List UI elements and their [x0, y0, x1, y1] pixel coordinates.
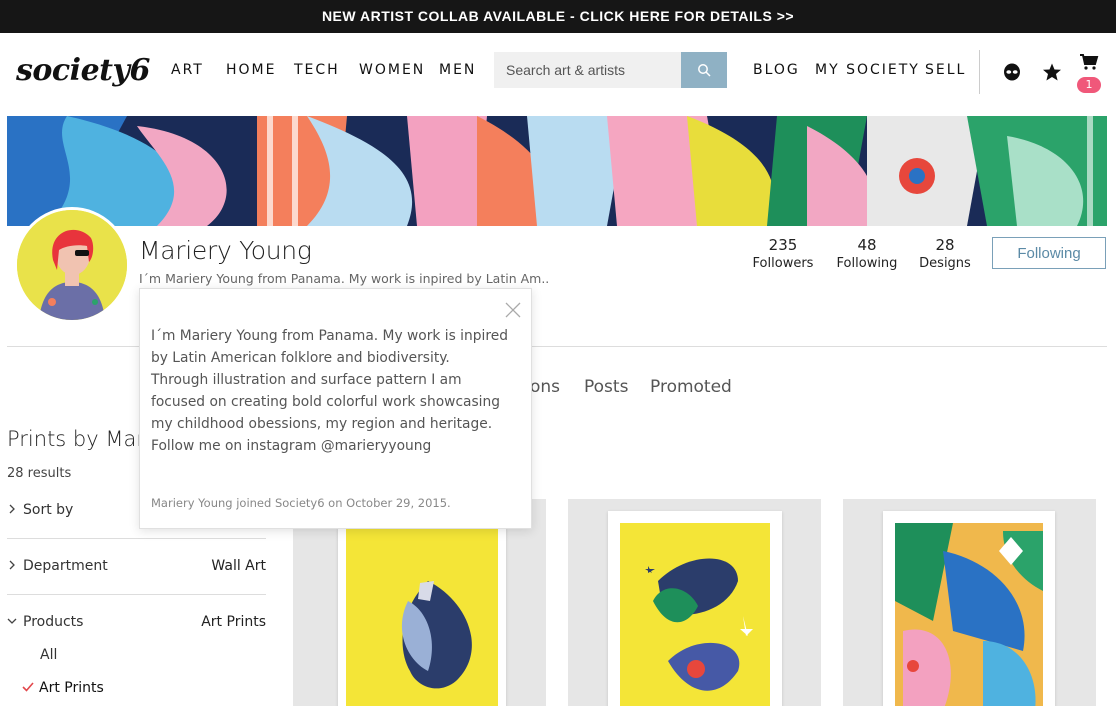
- nav-men[interactable]: MEN: [439, 62, 476, 78]
- filter-divider: [7, 538, 266, 539]
- search-bar: [494, 52, 727, 88]
- tab-posts[interactable]: Posts: [584, 377, 628, 397]
- department-label: Department: [23, 558, 108, 574]
- search-icon: [698, 64, 711, 77]
- nav-home[interactable]: HOME: [226, 62, 276, 78]
- bio-popover: I´m Mariery Young from Panama. My work i…: [139, 288, 532, 529]
- followers-count: 235: [768, 236, 798, 254]
- close-button[interactable]: [504, 301, 522, 319]
- products-value: Art Prints: [201, 614, 266, 630]
- chevron-down-icon: [7, 618, 17, 624]
- tropical-leaves-print: [895, 523, 1043, 706]
- print-frame: [338, 521, 506, 706]
- cart-count-badge: 1: [1077, 77, 1101, 93]
- following-label: Following: [836, 256, 898, 271]
- chevron-right-icon: [9, 560, 15, 570]
- following-button[interactable]: Following: [992, 237, 1106, 269]
- followers-label: Followers: [752, 256, 814, 271]
- checkmark-icon: [22, 682, 34, 692]
- products-filter[interactable]: Products Art Prints: [7, 614, 266, 630]
- profile-bio-preview[interactable]: I´m Mariery Young from Panama. My work i…: [139, 271, 549, 286]
- following-count: 48: [857, 236, 877, 254]
- designs-stat[interactable]: 28 Designs: [918, 236, 972, 271]
- option-label: Art Prints: [39, 680, 104, 696]
- chevron-right-icon: [9, 504, 15, 514]
- conch-shell-print: [346, 529, 498, 706]
- nav-my-society[interactable]: MY SOCIETY: [815, 62, 920, 78]
- alien-icon: [1004, 63, 1020, 81]
- tab-promoted[interactable]: Promoted: [650, 377, 732, 397]
- main-nav: society6 ART HOME TECH WOMEN MEN BLOG MY…: [0, 33, 1116, 110]
- followers-stat[interactable]: 235 Followers: [752, 236, 814, 271]
- bio-full-text: I´m Mariery Young from Panama. My work i…: [151, 328, 508, 454]
- department-filter[interactable]: Department Wall Art: [7, 558, 266, 574]
- following-stat[interactable]: 48 Following: [835, 236, 899, 271]
- favorites-button[interactable]: [1040, 61, 1064, 83]
- profile-banner: [7, 116, 1107, 226]
- nav-art[interactable]: ART: [171, 62, 204, 78]
- star-icon: [1043, 63, 1061, 81]
- nav-women[interactable]: WOMEN: [359, 62, 425, 78]
- product-card[interactable]: [293, 499, 546, 706]
- profile-name: Mariery Young: [139, 236, 312, 265]
- joined-date: Mariery Young joined Society6 on October…: [151, 496, 451, 510]
- product-card[interactable]: [568, 499, 821, 706]
- tropical-banner-image: [7, 116, 1107, 226]
- promo-banner[interactable]: NEW ARTIST COLLAB AVAILABLE - CLICK HERE…: [0, 0, 1116, 33]
- sort-by-label: Sort by: [23, 502, 74, 518]
- account-button[interactable]: [1000, 61, 1024, 83]
- results-count: 28 results: [7, 466, 72, 481]
- society6-logo[interactable]: society6: [16, 53, 150, 88]
- seashells-print: [620, 523, 770, 706]
- cart-icon: [1080, 54, 1099, 70]
- tab-collections[interactable]: ons: [530, 377, 560, 397]
- avatar[interactable]: [14, 207, 130, 323]
- option-label: All: [40, 647, 58, 663]
- search-input[interactable]: [494, 52, 681, 88]
- nav-blog[interactable]: BLOG: [753, 62, 800, 78]
- designs-count: 28: [935, 236, 955, 254]
- product-card[interactable]: [843, 499, 1096, 706]
- print-frame: [608, 511, 782, 706]
- close-icon: [505, 302, 521, 318]
- department-value: Wall Art: [211, 558, 266, 574]
- filter-divider: [7, 594, 266, 595]
- nav-sell[interactable]: SELL: [925, 62, 966, 78]
- cart-button[interactable]: [1077, 51, 1101, 73]
- product-option-art-prints[interactable]: Art Prints: [22, 680, 142, 696]
- search-button[interactable]: [681, 52, 727, 88]
- nav-divider: [979, 50, 980, 94]
- product-option-all[interactable]: All: [40, 647, 160, 663]
- products-label: Products: [23, 614, 84, 630]
- avatar-illustration: [17, 210, 127, 320]
- designs-label: Designs: [919, 256, 971, 271]
- nav-tech[interactable]: TECH: [294, 62, 340, 78]
- print-frame: [883, 511, 1055, 706]
